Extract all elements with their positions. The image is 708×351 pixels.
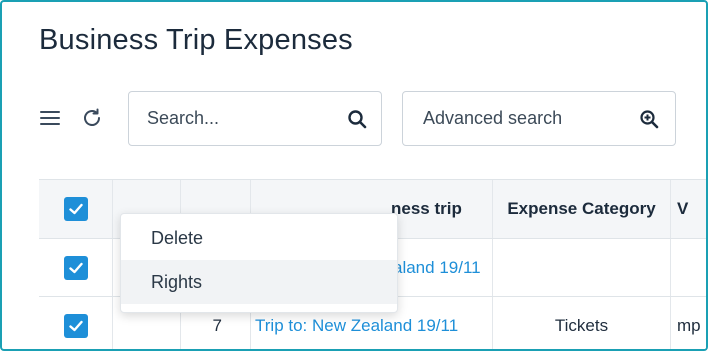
search-box (128, 91, 382, 146)
row-checkbox[interactable] (63, 313, 88, 338)
refresh-icon[interactable] (80, 106, 104, 130)
context-menu: Delete Rights (120, 213, 398, 313)
menu-item-delete[interactable]: Delete (121, 216, 397, 260)
category-cell: Tickets (493, 297, 671, 349)
zoom-in-icon (639, 109, 659, 129)
table-cell (671, 239, 706, 296)
app-frame: Business Trip Expenses Advanced search (0, 0, 708, 351)
row-checkbox[interactable] (63, 255, 88, 280)
select-all-checkbox[interactable] (63, 197, 88, 221)
header-cell[interactable]: V (671, 180, 706, 238)
menu-item-rights[interactable]: Rights (121, 260, 397, 304)
category-cell (493, 239, 671, 296)
page-title: Business Trip Expenses (39, 24, 353, 56)
menu-icon[interactable] (40, 109, 62, 127)
advanced-search-label: Advanced search (423, 108, 563, 128)
search-icon[interactable] (347, 109, 367, 129)
header-select-cell (39, 180, 113, 238)
advanced-search-button[interactable]: Advanced search (402, 91, 676, 146)
search-input[interactable] (147, 92, 337, 145)
trip-link[interactable]: Trip to: New Zealand 19/11 (255, 316, 458, 336)
header-expense-category[interactable]: Expense Category (493, 180, 671, 238)
row-select-cell (39, 297, 113, 349)
row-select-cell (39, 239, 113, 296)
table-cell: mp (677, 315, 701, 335)
